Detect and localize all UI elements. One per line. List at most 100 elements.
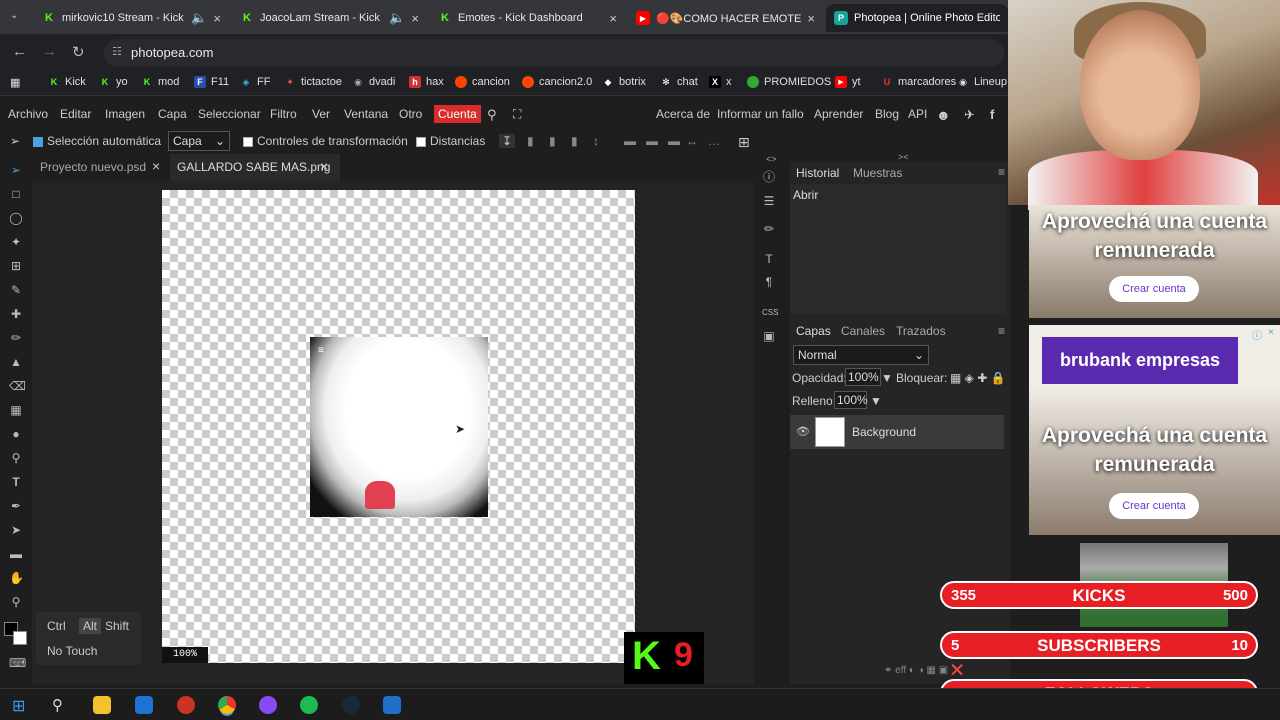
path-select-tool-icon[interactable]: ➤ [9,523,23,537]
browser-tab[interactable]: K Emotes - Kick Dashboard × [430,4,625,32]
browser-tab-active[interactable]: P Photopea | Online Photo Editor [826,4,1008,32]
app-icon[interactable] [177,696,195,714]
transform-controls-checkbox[interactable]: Controles de transformación [243,134,408,148]
background-color-swatch[interactable] [13,631,27,645]
bookmark-marcadores[interactable]: Umarcadores [881,76,956,88]
menu-about[interactable]: Acerca de [656,107,710,121]
canvas-workspace[interactable]: ≡ ♪ ➤ 100% [32,181,754,684]
close-icon[interactable]: × [152,158,160,174]
align-center-icon[interactable]: ▮ [549,134,556,148]
gradient-tool-icon[interactable]: ▦ [9,403,23,417]
chrome-icon[interactable] [218,696,236,714]
menu-editar[interactable]: Editar [60,107,91,121]
menu-ver[interactable]: Ver [312,107,330,121]
brush-tool-icon[interactable]: ✏ [9,331,23,345]
opacity-dropdown-icon[interactable]: ▼ [881,371,893,385]
panel-menu-icon[interactable]: ≡ [998,324,1005,338]
messenger-icon[interactable] [259,696,277,714]
menu-filtro[interactable]: Filtro [270,107,297,121]
ad-banner-top[interactable]: Aprovechá una cuenta remunerada Crear cu… [1029,205,1280,318]
ctrl-key[interactable]: Ctrl [47,619,66,633]
bookmark-ff[interactable]: ◈ FF [240,76,271,88]
reload-icon[interactable]: ↻ [72,43,85,61]
layer-actions-icons[interactable]: ⚭ eff ◐ ◑ ▦ ▣ ❌ [884,665,963,676]
bookmark-yt[interactable]: ▶ yt [835,76,861,88]
properties-icon[interactable]: ☰ [762,194,776,208]
bookmark-botrix[interactable]: ◆ botrix [602,76,646,88]
bookmark-lineup[interactable]: ◉ Lineup [957,76,1007,88]
browser-tab[interactable]: K JoacoLam Stream - Kick Da 🔈 × [232,4,427,32]
browser-tab[interactable]: ▶ 🔴🎨COMO HACER EMOTES E × [628,4,823,32]
reddit-icon[interactable]: ☻ [936,107,951,123]
stamp-tool-icon[interactable]: ▲ [9,355,23,369]
menu-archivo[interactable]: Archivo [8,107,48,121]
align-right-icon[interactable]: ▮ [571,134,578,148]
magic-wand-tool-icon[interactable]: ✦ [9,235,23,249]
blur-tool-icon[interactable]: ● [9,427,23,441]
bookmark-cancion2[interactable]: cancion2.0 [522,76,592,88]
marquee-tool-icon[interactable]: □ [9,187,23,201]
browser-tab[interactable]: K mirkovic10 Stream - Kick D 🔈 × [34,4,229,32]
crop-tool-icon[interactable]: ⊞ [9,259,23,273]
grid-icon[interactable]: ⊞ [738,134,750,151]
move-tool-icon[interactable]: ➢ [9,163,23,177]
align-left-icon[interactable]: ▮ [527,134,534,148]
bookmark-cancion[interactable]: cancion [455,76,510,88]
distribute-h-icon[interactable]: ↔ [686,134,698,148]
paragraph-icon[interactable]: ¶ [762,275,776,289]
type-tool-icon[interactable]: T [9,475,23,489]
bookmark-promiedos[interactable]: PROMIEDOS [747,76,831,88]
file-explorer-icon[interactable] [93,696,111,714]
alt-key[interactable]: Alt [79,618,102,634]
url-field[interactable]: ☷ photopea.com [104,39,1004,67]
brush-settings-icon[interactable]: ✏ [762,222,776,236]
tab-trazados[interactable]: Trazados [896,324,946,338]
no-touch-toggle[interactable]: No Touch [47,644,97,658]
keyboard-icon[interactable]: ⌨ [9,656,26,670]
menu-api[interactable]: API [908,107,927,121]
account-button[interactable]: Cuenta [434,105,481,123]
tab-canales[interactable]: Canales [841,324,885,338]
layer-name[interactable]: Background [852,425,916,439]
bookmark-x[interactable]: Xx [709,76,732,88]
ad-button[interactable]: Crear cuenta [1109,493,1199,519]
hand-tool-icon[interactable]: ✋ [9,571,24,585]
outlook-icon[interactable] [135,696,153,714]
site-info-icon[interactable]: ☷ [112,45,122,58]
blend-mode-select[interactable]: Normal ⌄ [793,345,929,365]
menu-otro[interactable]: Otro [399,107,422,121]
align-top-icon[interactable]: ▬ [624,134,636,148]
lasso-tool-icon[interactable]: ◯ [9,211,23,225]
search-icon[interactable]: ⚲ [487,107,497,123]
windows-start-icon[interactable]: ⊞ [12,696,30,715]
menu-learn[interactable]: Aprender [814,107,863,121]
tab-muestras[interactable]: Muestras [853,166,902,180]
menu-ventana[interactable]: Ventana [344,107,388,121]
eyedropper-tool-icon[interactable]: ✎ [9,283,23,297]
doc-tab-gallardo[interactable]: GALLARDO SABE MAS.png [177,160,330,174]
eraser-tool-icon[interactable]: ⌫ [9,379,26,393]
eye-icon[interactable]: 👁 [796,425,810,438]
close-icon[interactable]: × [411,11,419,26]
bookmark-dvadi[interactable]: ◉ dvadi [352,76,395,88]
fullscreen-icon[interactable]: ⛶ [513,107,521,122]
layer-image[interactable]: ≡ ♪ ➤ [310,337,488,517]
pen-tool-icon[interactable]: ✒ [9,499,23,513]
bookmark-kick[interactable]: K Kick [48,76,86,88]
close-icon[interactable]: × [320,158,328,174]
close-icon[interactable]: × [609,11,617,26]
ad-close-icon[interactable]: × [1268,327,1274,338]
menu-imagen[interactable]: Imagen [105,107,145,121]
tab-search-chevron-icon[interactable]: ⌄ [10,10,18,21]
bookmark-yo[interactable]: Kyo [99,76,128,88]
menu-seleccionar[interactable]: Seleccionar [198,107,261,121]
align-middle-icon[interactable]: ▬ [646,134,658,148]
lock-icons[interactable]: ▦ ◈ ✚ 🔒 [950,371,1006,385]
facebook-icon[interactable]: f [990,107,994,122]
zoom-tool-icon[interactable]: ⚲ [9,595,23,609]
align-bottom-icon[interactable]: ▬ [668,134,680,148]
menu-report-bug[interactable]: Informar un fallo [717,107,804,121]
close-icon[interactable]: × [807,11,815,26]
bookmark-f11[interactable]: F F11 [194,76,229,88]
ad-button[interactable]: Crear cuenta [1109,276,1199,302]
